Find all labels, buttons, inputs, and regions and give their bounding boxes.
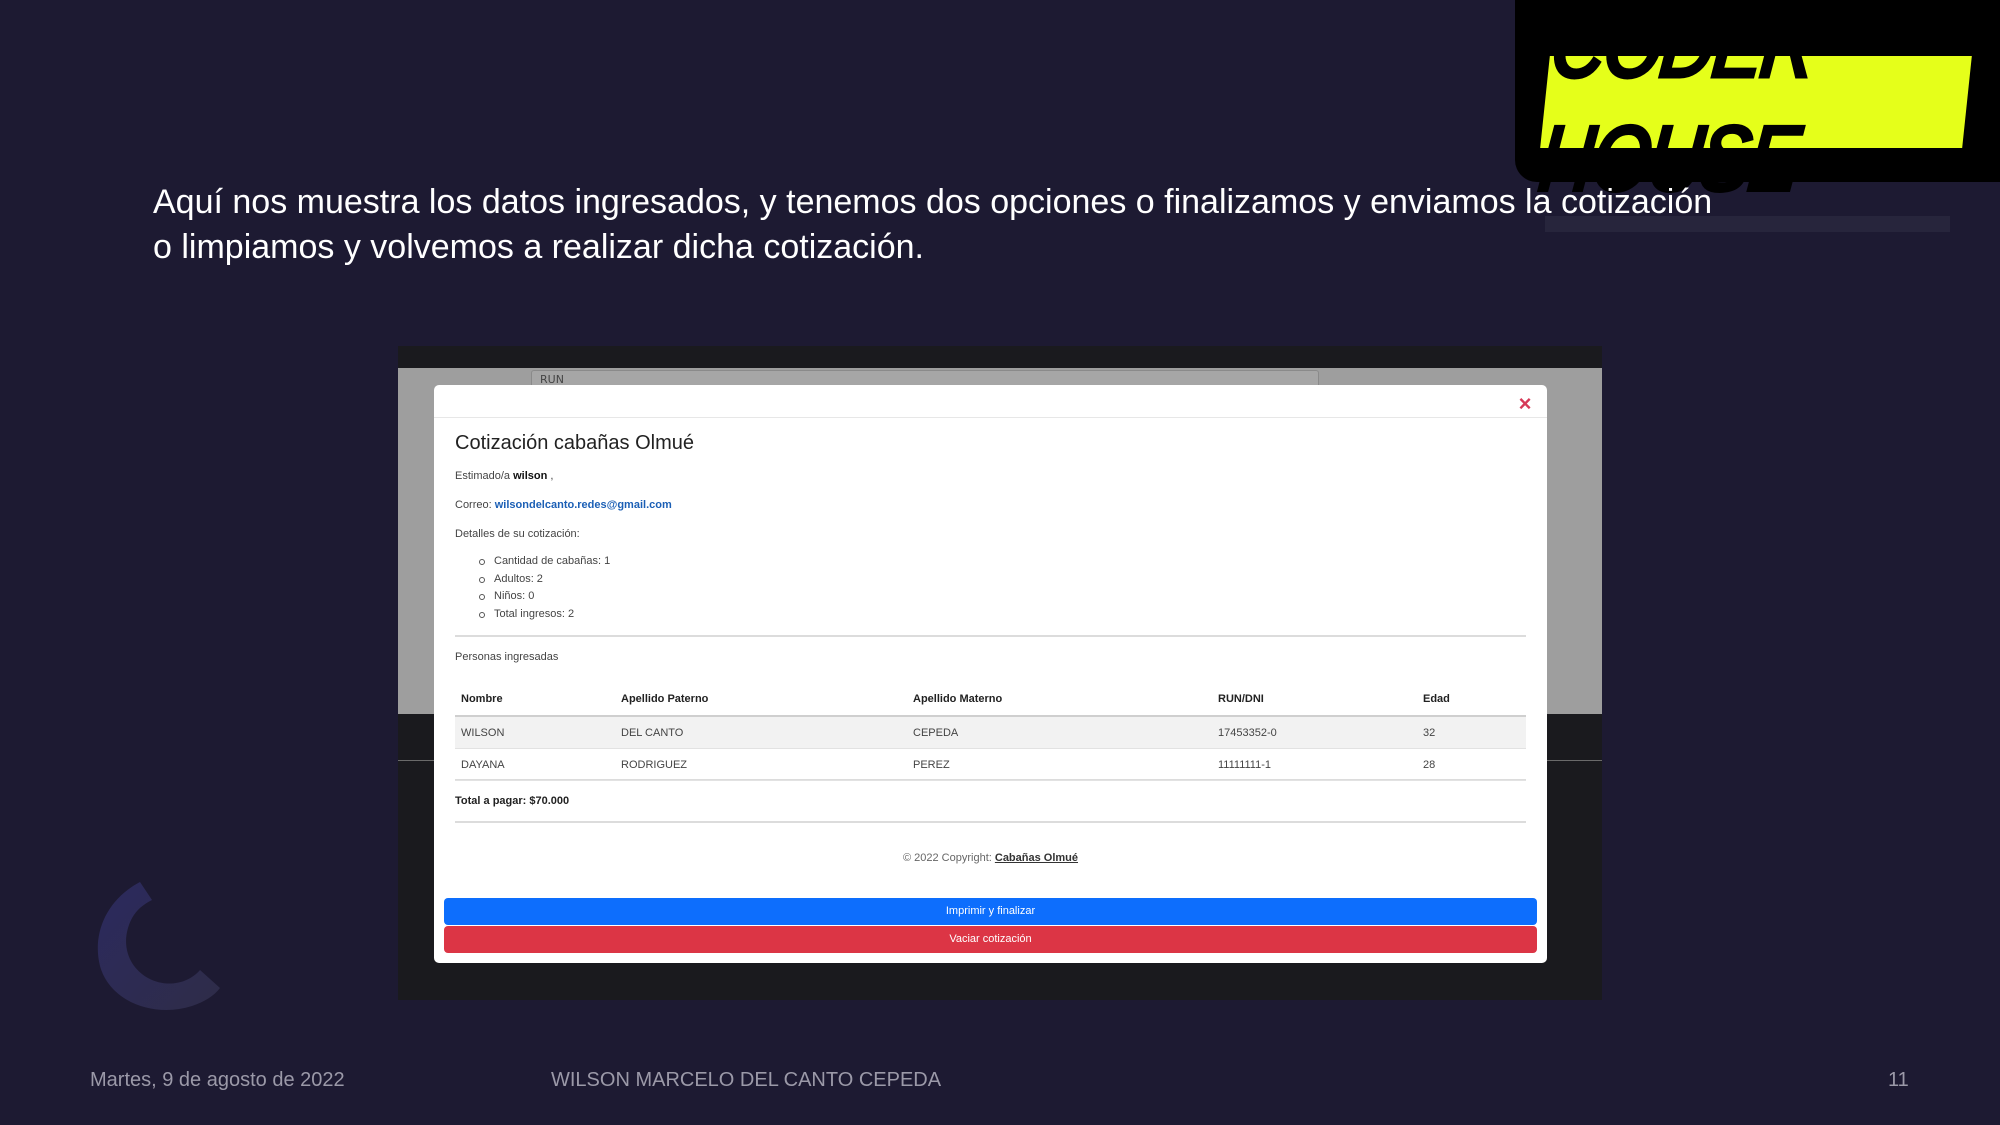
copyright-text: © 2022 Copyright:	[902, 852, 992, 864]
slide-text: Aquí nos muestra los datos ingresados, y…	[153, 180, 1713, 270]
table-cell: DEL CANTO	[615, 716, 907, 749]
total-amount: Total a pagar: $70.000	[455, 795, 570, 807]
footer-date: Martes, 9 de agosto de 2022	[90, 1069, 345, 1091]
decorative-c-shape	[97, 882, 220, 1010]
table-row: WILSON DEL CANTO CEPEDA 17453352-0 32	[455, 716, 1526, 749]
table-cell: 28	[1417, 748, 1526, 781]
logo-banner: CODER HOUSE	[1533, 0, 1972, 213]
close-icon[interactable]: ×	[1515, 393, 1535, 415]
table-cell: CEPEDA	[907, 716, 1212, 749]
column-header: Apellido Materno	[907, 682, 1212, 717]
column-header: RUN/DNI	[1212, 682, 1417, 717]
table-cell: WILSON	[455, 716, 615, 749]
detail-item: Adultos: 2	[479, 571, 610, 589]
greeting-prefix: Estimado/a	[455, 470, 511, 482]
footer-author: WILSON MARCELO DEL CANTO CEPEDA	[551, 1069, 942, 1091]
table-cell: RODRIGUEZ	[615, 748, 907, 781]
logo-text: CODER HOUSE	[1533, 0, 1819, 214]
table-cell: 32	[1417, 716, 1526, 749]
total-divider-bottom	[455, 821, 1526, 823]
persons-table: Nombre Apellido Paterno Apellido Materno…	[455, 682, 1526, 781]
table-header-row: Nombre Apellido Paterno Apellido Materno…	[455, 682, 1526, 717]
section-divider	[455, 635, 1526, 637]
email-label: Correo:	[455, 499, 492, 511]
column-header: Apellido Paterno	[615, 682, 907, 717]
greeting-suffix: ,	[550, 470, 554, 482]
copyright-link[interactable]: Cabañas Olmué	[995, 852, 1078, 864]
copyright: © 2022 Copyright: Cabañas Olmué	[434, 852, 1547, 864]
total-divider-top	[455, 779, 1526, 780]
detail-item: Total ingresos: 2	[479, 606, 610, 624]
quote-modal: × Cotización cabañas Olmué Estimado/a wi…	[434, 385, 1547, 963]
email-link[interactable]: wilsondelcanto.redes@gmail.com	[495, 499, 672, 511]
details-label: Detalles de su cotización:	[455, 528, 580, 540]
table-cell: 17453352-0	[1212, 716, 1417, 749]
details-list: Cantidad de cabañas: 1 Adultos: 2 Niños:…	[479, 553, 610, 623]
detail-item: Niños: 0	[479, 588, 610, 606]
coderhouse-logo: CODER HOUSE	[1515, 0, 2000, 213]
print-finalize-button[interactable]: Imprimir y finalizar	[444, 898, 1537, 925]
greeting: Estimado/a wilson ,	[455, 470, 553, 482]
column-header: Edad	[1417, 682, 1526, 717]
greeting-name: wilson	[513, 470, 548, 482]
modal-header-divider	[434, 417, 1547, 418]
page-number: 11	[1888, 1069, 1909, 1091]
persons-label: Personas ingresadas	[455, 651, 559, 663]
detail-item: Cantidad de cabañas: 1	[479, 553, 610, 571]
table-cell: 11111111-1	[1212, 748, 1417, 781]
slide-text-line-2: o limpiamos y volvemos a realizar dicha …	[153, 228, 924, 266]
table-cell: DAYANA	[455, 748, 615, 781]
table-cell: PEREZ	[907, 748, 1212, 781]
modal-title: Cotización cabañas Olmué	[455, 432, 695, 454]
table-row: DAYANA RODRIGUEZ PEREZ 11111111-1 28	[455, 748, 1526, 781]
clear-quote-button[interactable]: Vaciar cotización	[444, 926, 1537, 953]
email-line: Correo: wilsondelcanto.redes@gmail.com	[455, 499, 672, 511]
slide-text-line-1: Aquí nos muestra los datos ingresados, y…	[153, 183, 1713, 221]
column-header: Nombre	[455, 682, 615, 717]
